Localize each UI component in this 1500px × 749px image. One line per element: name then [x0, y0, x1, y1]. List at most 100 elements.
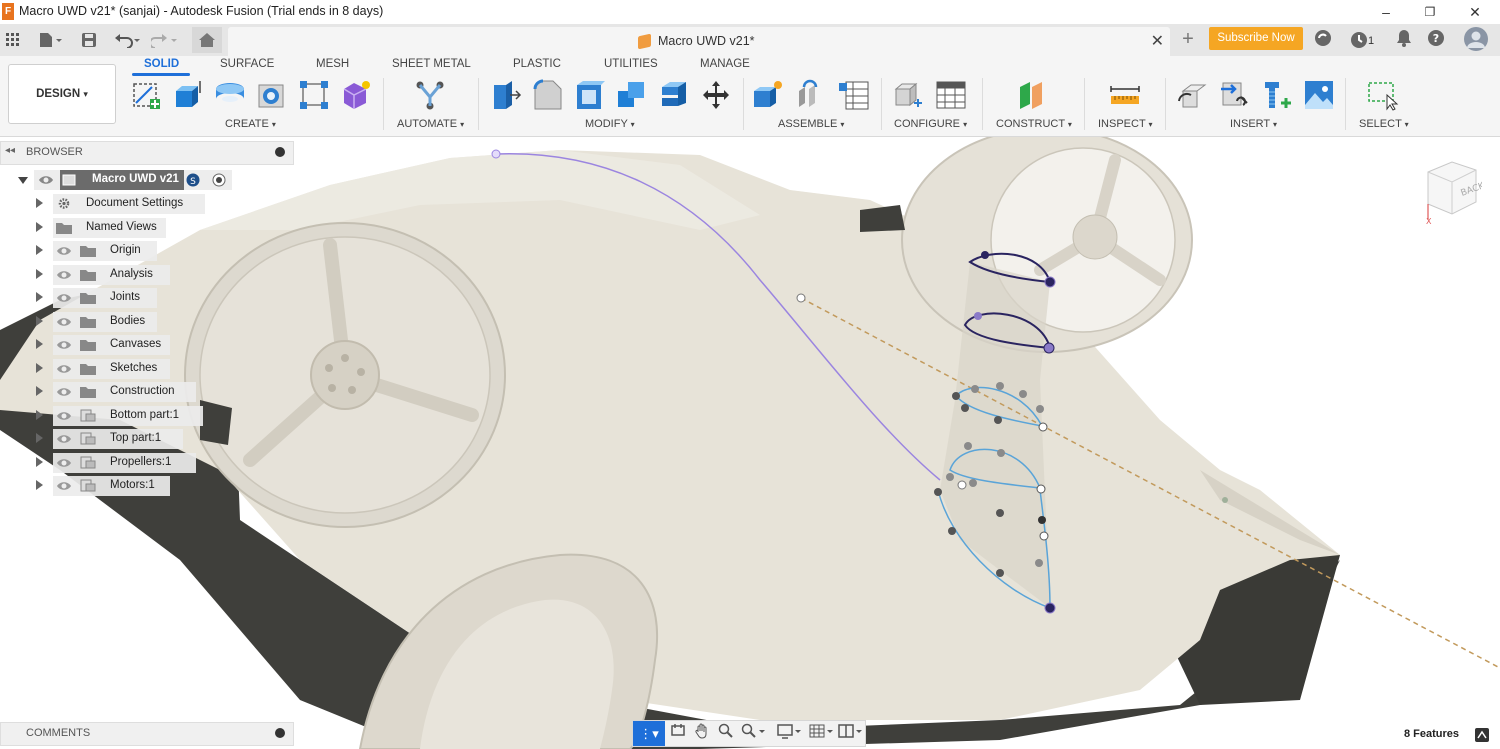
- visibility-eye-icon[interactable]: [38, 174, 54, 186]
- visibility-eye-icon[interactable]: [56, 457, 72, 469]
- visibility-eye-icon[interactable]: [56, 269, 72, 281]
- select-icon[interactable]: [1367, 79, 1399, 111]
- viewports-icon[interactable]: [837, 723, 865, 743]
- notifications-icon[interactable]: [1394, 29, 1414, 49]
- undo-icon[interactable]: [112, 29, 144, 51]
- combine-icon[interactable]: [616, 79, 648, 111]
- model-render[interactable]: [0, 137, 1500, 749]
- insert-canvas-icon[interactable]: [1303, 79, 1335, 111]
- redo-icon[interactable]: [149, 29, 180, 51]
- expand-icon[interactable]: [36, 292, 43, 302]
- subscribe-now-button[interactable]: Subscribe Now: [1209, 27, 1303, 50]
- visibility-eye-icon[interactable]: [56, 480, 72, 492]
- joint-icon[interactable]: [796, 79, 828, 111]
- tab-utilities[interactable]: UTILITIES: [604, 58, 658, 70]
- expand-icon[interactable]: [36, 245, 43, 255]
- automate-icon[interactable]: [414, 79, 446, 111]
- expand-icon[interactable]: [36, 316, 43, 326]
- shell-icon[interactable]: [574, 79, 606, 111]
- timeline-icon[interactable]: [1475, 728, 1489, 742]
- insert-fastener-icon[interactable]: [1261, 79, 1293, 111]
- user-avatar[interactable]: [1464, 27, 1488, 51]
- zoom-icon[interactable]: [715, 723, 737, 743]
- insert-mcmaster-icon[interactable]: [1219, 79, 1251, 111]
- viewcube[interactable]: BACK X: [1422, 158, 1482, 224]
- home-icon[interactable]: [192, 27, 222, 53]
- new-component-icon[interactable]: [752, 79, 784, 111]
- minimize-button[interactable]: –: [1366, 2, 1406, 22]
- display-settings-icon[interactable]: [775, 723, 805, 743]
- browser-item[interactable]: Canvases: [0, 335, 200, 355]
- comments-panel[interactable]: COMMENTS: [0, 722, 294, 746]
- activate-component-icon[interactable]: S: [186, 173, 200, 187]
- browser-item[interactable]: Bodies: [0, 312, 200, 332]
- browser-item[interactable]: Sketches: [0, 359, 200, 379]
- inspect-menu[interactable]: INSPECT ▾: [1098, 118, 1153, 130]
- form-icon[interactable]: [340, 79, 372, 111]
- construct-menu[interactable]: CONSTRUCT ▾: [996, 118, 1072, 130]
- browser-minimize-icon[interactable]: [275, 147, 285, 157]
- pattern-icon[interactable]: [298, 79, 330, 111]
- close-tab-button[interactable]: ✕: [1151, 31, 1164, 51]
- browser-item[interactable]: Bottom part:1: [0, 406, 203, 426]
- measure-icon[interactable]: [1109, 79, 1141, 111]
- visibility-eye-icon[interactable]: [56, 292, 72, 304]
- visibility-eye-icon[interactable]: [56, 245, 72, 257]
- close-window-button[interactable]: ✕: [1455, 2, 1495, 22]
- collapse-browser-icon[interactable]: ◂◂: [5, 145, 15, 156]
- expand-icon[interactable]: [36, 339, 43, 349]
- canvas-viewport[interactable]: [0, 137, 1500, 749]
- browser-item[interactable]: Top part:1: [0, 429, 200, 449]
- document-tab[interactable]: Macro UWD v21* ✕: [228, 27, 1170, 56]
- expand-icon[interactable]: [36, 363, 43, 373]
- expand-icon[interactable]: [36, 222, 43, 232]
- expand-icon[interactable]: [36, 386, 43, 396]
- expand-icon[interactable]: [36, 269, 43, 279]
- save-icon[interactable]: [80, 29, 98, 51]
- browser-item[interactable]: Propellers:1: [0, 453, 200, 473]
- browser-item[interactable]: Origin: [0, 241, 200, 261]
- browser-item[interactable]: Analysis: [0, 265, 200, 285]
- move-copy-icon[interactable]: [700, 79, 732, 111]
- hole-icon[interactable]: [256, 79, 288, 111]
- fillet-icon[interactable]: [532, 79, 564, 111]
- configure-icon[interactable]: [892, 79, 924, 111]
- expand-icon[interactable]: [36, 433, 43, 443]
- create-menu[interactable]: CREATE ▾: [225, 118, 276, 130]
- tab-manage[interactable]: MANAGE: [700, 58, 750, 70]
- maximize-button[interactable]: ❐: [1410, 2, 1450, 22]
- browser-item[interactable]: Joints: [0, 288, 200, 308]
- browser-root-row[interactable]: Macro UWD v21 S: [0, 170, 240, 190]
- automate-menu[interactable]: AUTOMATE ▾: [397, 118, 464, 130]
- tab-surface[interactable]: SURFACE: [220, 58, 274, 70]
- insert-derive-icon[interactable]: [1177, 79, 1209, 111]
- help-icon[interactable]: ?: [1426, 29, 1446, 49]
- extrude-icon[interactable]: [172, 79, 204, 111]
- tab-solid[interactable]: SOLID: [144, 58, 179, 70]
- expand-icon[interactable]: [36, 457, 43, 467]
- browser-item[interactable]: Motors:1: [0, 476, 200, 496]
- configure-menu[interactable]: CONFIGURE ▾: [894, 118, 967, 130]
- visibility-eye-icon[interactable]: [56, 363, 72, 375]
- workspace-switcher[interactable]: DESIGN ▾: [8, 64, 116, 124]
- grid-settings-icon[interactable]: [807, 723, 837, 743]
- visibility-eye-icon[interactable]: [56, 433, 72, 445]
- visibility-eye-icon[interactable]: [56, 386, 72, 398]
- expand-icon[interactable]: [36, 410, 43, 420]
- browser-item[interactable]: Construction: [0, 382, 200, 402]
- visibility-eye-icon[interactable]: [56, 339, 72, 351]
- tab-plastic[interactable]: PLASTIC: [513, 58, 561, 70]
- expand-icon[interactable]: [36, 198, 43, 208]
- browser-item[interactable]: Named Views: [0, 218, 200, 238]
- expand-root-icon[interactable]: [18, 177, 28, 184]
- job-status-icon[interactable]: 1: [1347, 29, 1377, 49]
- configuration-table-icon[interactable]: [935, 79, 967, 111]
- new-tab-button[interactable]: +: [1178, 29, 1198, 49]
- press-pull-icon[interactable]: [490, 79, 522, 111]
- revolve-icon[interactable]: [214, 79, 246, 111]
- bill-of-materials-icon[interactable]: [838, 79, 870, 111]
- zoom-window-icon[interactable]: [739, 723, 769, 743]
- pan-hand-icon[interactable]: [691, 723, 713, 743]
- add-comment-icon[interactable]: [275, 728, 285, 738]
- visibility-eye-icon[interactable]: [56, 316, 72, 328]
